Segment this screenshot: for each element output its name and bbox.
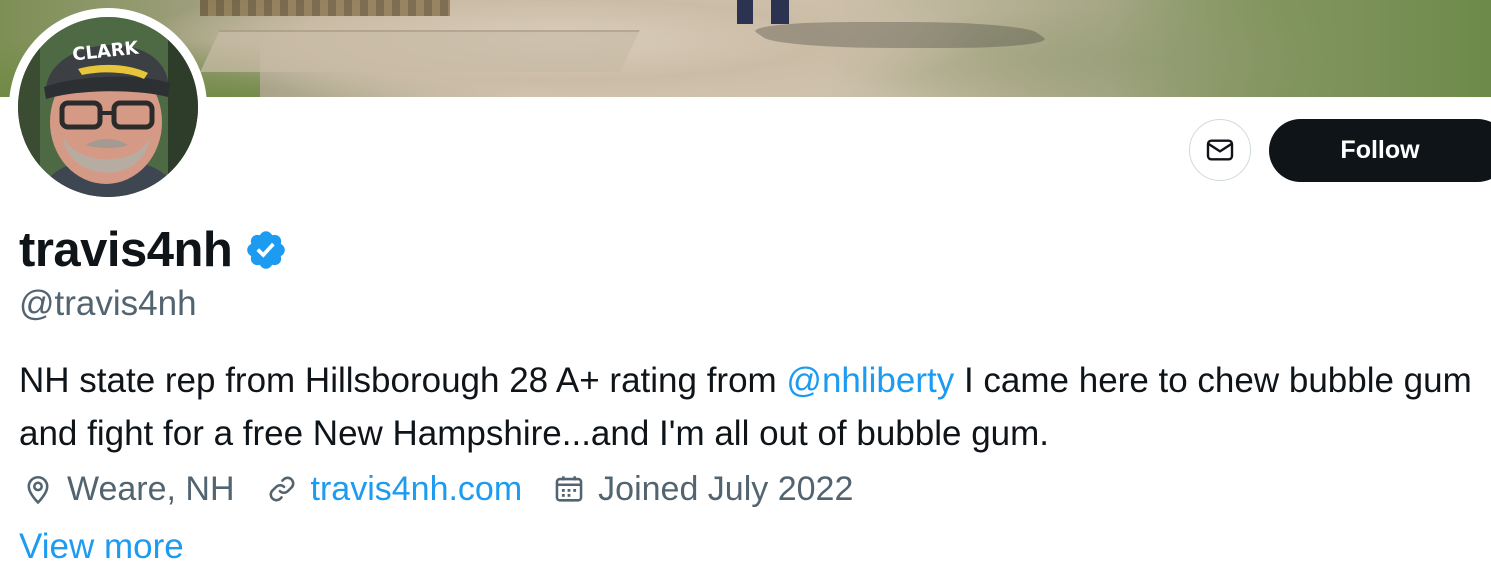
link-icon xyxy=(269,476,294,502)
avatar[interactable]: CLARK xyxy=(18,17,198,197)
view-more-link[interactable]: View more xyxy=(19,527,184,567)
banner-shadow xyxy=(741,22,1059,48)
banner-person-legs xyxy=(737,0,789,24)
location-item: Weare, NH xyxy=(21,470,235,509)
follow-button-label: Follow xyxy=(1340,136,1420,164)
profile-banner[interactable] xyxy=(0,0,1491,97)
profile-bio: NH state rep from Hillsborough 28 A+ rat… xyxy=(19,354,1479,460)
banner-slab xyxy=(200,30,640,72)
display-name-row: travis4nh xyxy=(19,222,288,278)
banner-lumber xyxy=(200,0,450,16)
avatar-frame: CLARK xyxy=(9,8,207,206)
bio-mention-link[interactable]: @nhliberty xyxy=(786,361,954,400)
location-pin-icon xyxy=(27,475,49,505)
user-handle: @travis4nh xyxy=(19,284,197,323)
message-button[interactable] xyxy=(1189,119,1251,181)
website-link[interactable]: travis4nh.com xyxy=(311,470,523,509)
display-name: travis4nh xyxy=(19,223,233,277)
profile-meta: Weare, NH travis4nh.com Joined July 2022 xyxy=(21,467,883,511)
website-item[interactable]: travis4nh.com xyxy=(265,470,523,509)
calendar-icon xyxy=(555,476,583,502)
location-text: Weare, NH xyxy=(67,469,235,508)
bio-text-start: NH state rep from Hillsborough 28 A+ rat… xyxy=(19,361,787,400)
envelope-icon xyxy=(1206,139,1234,161)
follow-button[interactable]: Follow xyxy=(1269,119,1491,182)
joined-text: Joined July 2022 xyxy=(598,469,854,508)
banner-grass-right xyxy=(1111,0,1491,97)
joined-item: Joined July 2022 xyxy=(552,470,853,509)
avatar-photo: CLARK xyxy=(18,17,198,197)
verified-badge-icon[interactable] xyxy=(244,228,288,272)
